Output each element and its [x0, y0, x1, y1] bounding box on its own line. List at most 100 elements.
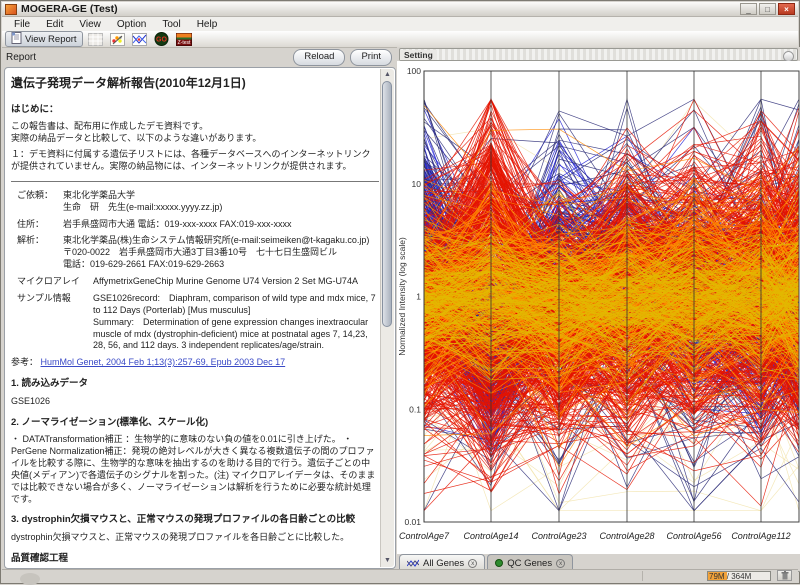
menu-item-option[interactable]: Option	[109, 19, 154, 30]
garbage-collect-button[interactable]	[777, 570, 792, 581]
tab-close-icon[interactable]: x	[556, 559, 565, 568]
memory-gauge[interactable]: 79M / 364M	[707, 571, 771, 581]
memory-text: 79M / 364M	[708, 572, 770, 581]
print-button[interactable]: Print	[350, 49, 392, 66]
report-field: サンプル情報GSE1026record: Diaphram, compariso…	[11, 293, 379, 352]
ztest-icon-label: Z-test	[177, 40, 190, 46]
status-indicator-icon	[20, 573, 40, 585]
ztest-icon[interactable]: Z-test	[175, 32, 193, 46]
x-axis-label-ControlAge23: ControlAge23	[531, 531, 586, 541]
app-icon	[5, 4, 17, 15]
report-field: マイクロアレイAffymetrixGeneChip Murine Genome …	[11, 276, 379, 288]
tab-label: QC Genes	[507, 558, 552, 569]
line-chart-icon[interactable]	[131, 32, 149, 46]
x-axis-label-ControlAge7: ControlAge7	[399, 531, 450, 541]
report-field-value: GSE1026record: Diaphram, comparison of w…	[93, 293, 379, 352]
status-bar: 79M / 364M	[2, 569, 798, 582]
reload-button[interactable]: Reload	[293, 49, 345, 66]
report-heading: 1. 読み込みデータ	[11, 378, 379, 391]
scrollbar-up-icon[interactable]: ▲	[382, 70, 393, 80]
report-panel: Report Reload Print 遺伝子発現データ解析報告(2010年12…	[2, 47, 396, 570]
view-report-label: View Report	[25, 34, 77, 45]
scrollbar-thumb[interactable]	[382, 81, 392, 327]
report-field-line: Summary: Determination of gene expressio…	[93, 317, 379, 353]
close-button[interactable]: ×	[778, 3, 795, 15]
x-axis-label-ControlAge14: ControlAge14	[463, 531, 518, 541]
menu-item-view[interactable]: View	[71, 19, 109, 30]
view-report-button[interactable]: View Report	[5, 31, 83, 47]
title-bar: MOGERA-GE (Test) _ □ ×	[2, 2, 798, 17]
setting-bar[interactable]: Setting	[399, 48, 798, 61]
report-icon	[11, 32, 22, 47]
report-paragraph: GSE1026	[11, 396, 379, 408]
report-scrollbar[interactable]: ▲ ▼	[380, 69, 394, 567]
y-tick-label: 100	[407, 66, 421, 76]
menu-item-help[interactable]: Help	[189, 19, 226, 30]
report-field-line: GSE1026record: Diaphram, comparison of w…	[93, 293, 379, 317]
go-icon-label: GO	[156, 37, 167, 44]
menu-bar: FileEditViewOptionToolHelp	[2, 17, 798, 32]
tab-label: All Genes	[423, 558, 464, 569]
report-field: 解析：東北化学薬品(株)生命システム情報研究所(e-mail:seimeiken…	[11, 235, 379, 271]
reference-link[interactable]: HumMol Genet, 2004 Feb 1;13(3):257-69, E…	[41, 357, 286, 367]
report-field: 住所：岩手県盛岡市大通 電話：019-xxx-xxxx FAX:019-xxx-…	[11, 219, 379, 231]
report-header: Report Reload Print	[2, 47, 396, 67]
y-tick-label: 1	[416, 292, 421, 302]
parallel-coordinates-plot[interactable]: 1001010.10.01ControlAge7ControlAge14Cont…	[397, 61, 800, 554]
table-icon[interactable]	[87, 32, 105, 46]
setting-collapse-icon[interactable]	[783, 51, 794, 62]
report-field-key: サンプル情報	[11, 293, 93, 352]
menu-item-tool[interactable]: Tool	[154, 19, 188, 30]
report-field-line: 東北化学薬品大学	[63, 190, 379, 202]
report-field-line: 〒020-0022 岩手県盛岡市大通3丁目3番10号 七十七日生盛岡ビル	[63, 247, 379, 259]
report-paragraph: dystrophin欠損マウスと、正常マウスの発現プロファイルを各日齢ごとに比較…	[11, 532, 379, 544]
report-heading: 2. ノーマライゼーション(標準化、スケール化)	[11, 417, 379, 430]
status-divider	[642, 571, 643, 581]
report-heading: 3. dystrophin欠損マウスと、正常マウスの発現プロファイルの各日齢ごと…	[11, 514, 379, 527]
toolbar: View Report GO Z-test	[2, 31, 798, 48]
application-window: MOGERA-GE (Test) _ □ × FileEditViewOptio…	[0, 0, 800, 584]
report-field: ご依頼：東北化学薬品大学生命 研 先生(e-mail:xxxxx.yyyy.zz…	[11, 190, 379, 214]
green-dot-icon	[495, 559, 503, 567]
y-axis-title: Normalized Intensity (log scale)	[397, 237, 407, 356]
tab-close-icon[interactable]: x	[468, 559, 477, 568]
report-paragraph: ・ DATATransformation補正 ：生物学的に意味のない負の値を0.…	[11, 434, 379, 505]
report-field-value: 東北化学薬品(株)生命システム情報研究所(e-mail:seimeiken@t-…	[63, 235, 379, 271]
maximize-button[interactable]: □	[759, 3, 776, 15]
report-title: 遺伝子発現データ解析報告(2010年12月1日)	[11, 76, 379, 92]
line-chart-icon	[407, 559, 419, 568]
report-document: 遺伝子発現データ解析報告(2010年12月1日)はじめに：この報告書は、配布用に…	[4, 67, 396, 569]
report-content: 遺伝子発現データ解析報告(2010年12月1日)はじめに：この報告書は、配布用に…	[11, 70, 379, 566]
report-field-value: AffymetrixGeneChip Murine Genome U74 Ver…	[93, 276, 379, 288]
scrollbar-down-icon[interactable]: ▼	[382, 556, 393, 566]
trash-icon	[781, 571, 789, 580]
report-field-line: 生命 研 先生(e-mail:xxxxx.yyyy.zz.jp)	[63, 202, 379, 214]
reference-row: 参考： HumMol Genet, 2004 Feb 1;13(3):257-6…	[11, 357, 379, 369]
report-field-key: マイクロアレイ	[11, 276, 93, 288]
x-axis-label-ControlAge28: ControlAge28	[599, 531, 654, 541]
report-field-value: 岩手県盛岡市大通 電話：019-xxx-xxxx FAX:019-xxx-xxx…	[63, 219, 379, 231]
report-field-value: 東北化学薬品大学生命 研 先生(e-mail:xxxxx.yyyy.zz.jp)	[63, 190, 379, 214]
setting-bar-label: Setting	[400, 50, 437, 60]
report-heading: はじめに：	[11, 104, 379, 117]
reference-label: 参考：	[11, 357, 41, 367]
x-axis-label-ControlAge112: ControlAge112	[731, 531, 790, 541]
report-field-line: 東北化学薬品(株)生命システム情報研究所(e-mail:seimeiken@t-…	[63, 235, 379, 247]
scatter-plot-icon[interactable]	[109, 32, 127, 46]
chart-area: 1001010.10.01ControlAge7ControlAge14Cont…	[397, 61, 800, 554]
x-axis-label-ControlAge56: ControlAge56	[666, 531, 721, 541]
report-field-line: AffymetrixGeneChip Murine Genome U74 Ver…	[93, 276, 379, 288]
menu-item-edit[interactable]: Edit	[38, 19, 71, 30]
window-title: MOGERA-GE (Test)	[21, 3, 738, 15]
report-panel-title: Report	[6, 52, 288, 63]
go-icon[interactable]: GO	[153, 32, 171, 46]
y-tick-label: 10	[412, 179, 422, 189]
report-heading: 品質確認工程	[11, 553, 379, 566]
divider	[11, 181, 379, 182]
chart-panel: Setting 1001010.10.01ControlAge7ControlA…	[397, 47, 800, 570]
report-field-line: 電話：019-629-2661 FAX:019-629-2663	[63, 259, 379, 271]
menu-item-file[interactable]: File	[6, 19, 38, 30]
report-paragraph: １：デモ資料に付属する遺伝子リストには、各種データベースへのインターネットリンク…	[11, 149, 379, 173]
minimize-button[interactable]: _	[740, 3, 757, 15]
report-field-key: 住所：	[11, 219, 63, 231]
